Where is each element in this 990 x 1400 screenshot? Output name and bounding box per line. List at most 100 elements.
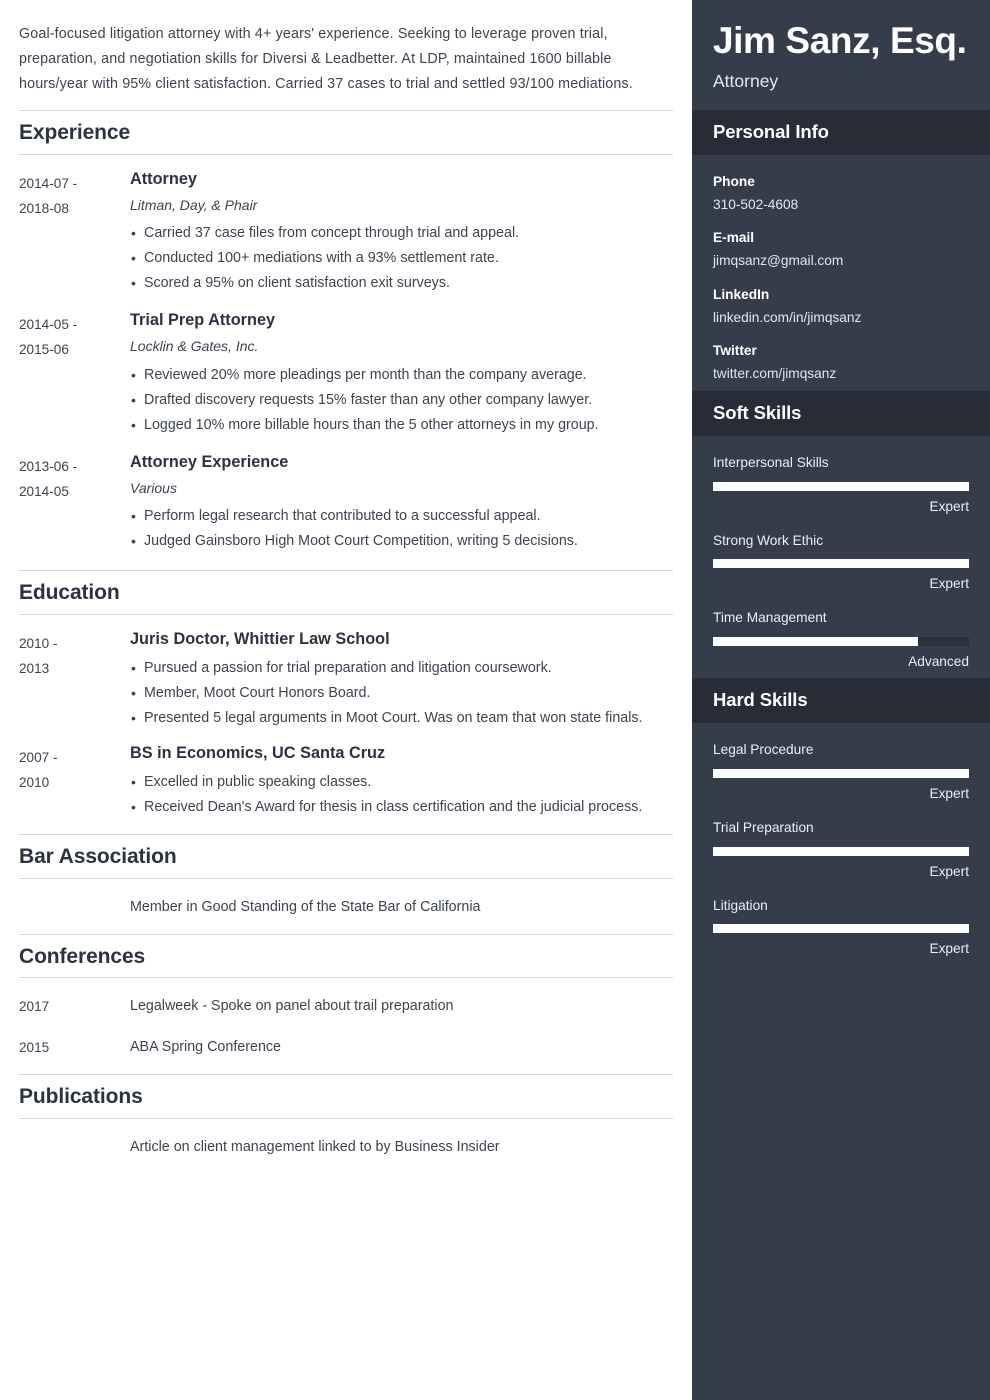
skill-level-label: Expert — [929, 941, 969, 957]
skill-item: Strong Work Ethic Expert — [713, 531, 969, 595]
skill-level-label: Expert — [929, 863, 969, 879]
bullet-item: Judged Gainsboro High Moot Court Competi… — [130, 529, 673, 554]
sidebar-header: Jim Sanz, Esq. Attorney — [692, 0, 990, 110]
section-title-experience: Experience — [19, 110, 673, 155]
candidate-name: Jim Sanz, Esq. — [713, 20, 967, 61]
entry-date-start: 2007 - — [19, 750, 58, 766]
entry-organization: Locklin & Gates, Inc. — [130, 338, 259, 355]
entry-body: Attorney Litman, Day, & Phair Carried 37… — [130, 169, 673, 297]
entry-title: Attorney — [130, 169, 197, 188]
experience-entry: 2014-07 - 2018-08 Attorney Litman, Day, … — [19, 155, 673, 297]
section-education: Education 2010 - 2013 Juris Doctor, Whit… — [19, 570, 673, 820]
skill-name: Legal Procedure — [713, 742, 814, 758]
bullet-item: Logged 10% more billable hours than the … — [130, 413, 673, 438]
entry-organization: Litman, Day, & Phair — [130, 196, 258, 213]
entry-date: 2014-07 - 2018-08 — [19, 169, 130, 221]
contact-item-email: E-mail jimqsanz@gmail.com — [713, 228, 969, 271]
resume-sidebar: Jim Sanz, Esq. Attorney Personal Info Ph… — [692, 0, 990, 1400]
skill-name: Interpersonal Skills — [713, 454, 829, 470]
contact-value[interactable]: linkedin.com/in/jimqsanz — [713, 308, 969, 329]
entry-date: 2013-06 - 2014-05 — [19, 452, 130, 504]
entry-title: Juris Doctor, Whittier Law School — [130, 629, 390, 648]
entry-title: BS in Economics, UC Santa Cruz — [130, 744, 386, 763]
bullet-item: Perform legal research that contributed … — [130, 504, 673, 529]
entry-date: 2014-05 - 2015-06 — [19, 310, 130, 362]
section-experience: Experience 2014-07 - 2018-08 Attorney Li… — [19, 110, 673, 554]
section-publications: Publications Article on client managemen… — [19, 1074, 673, 1160]
contact-value[interactable]: 310-502-4608 — [713, 195, 969, 216]
skill-item: Time Management Advanced — [713, 608, 969, 672]
section-title-bar-association: Bar Association — [19, 834, 673, 879]
bar-association-row: Member in Good Standing of the State Bar… — [19, 879, 673, 920]
hard-skills-list: Legal Procedure Expert Trial Preparation… — [692, 723, 990, 965]
entry-body: Attorney Experience Various Perform lega… — [130, 452, 673, 555]
skill-bar-fill — [713, 559, 969, 569]
entry-date-start: 2013-06 - — [19, 458, 78, 474]
bullet-item: Scored a 95% on client satisfaction exit… — [130, 271, 673, 296]
skill-bar-fill — [713, 846, 969, 856]
section-conferences: Conferences 2017 Legalweek - Spoke on pa… — [19, 933, 673, 1061]
publication-row: Article on client management linked to b… — [19, 1119, 673, 1160]
skill-level-label: Advanced — [908, 654, 969, 670]
skill-name: Time Management — [713, 610, 827, 626]
sidebar-section-title-personal-info: Personal Info — [692, 109, 990, 155]
education-entries: 2010 - 2013 Juris Doctor, Whittier Law S… — [19, 615, 673, 821]
entry-bullets: Carried 37 case files from concept throu… — [130, 221, 673, 296]
skill-bar-fill — [713, 769, 969, 778]
skill-item: Trial Preparation Expert — [713, 818, 969, 882]
entry-bullets: Reviewed 20% more pleadings per month th… — [130, 363, 673, 438]
bullet-item: Reviewed 20% more pleadings per month th… — [130, 363, 673, 388]
skill-item: Legal Procedure Expert — [713, 740, 969, 804]
experience-entry: 2014-05 - 2015-06 Trial Prep Attorney Lo… — [19, 296, 673, 438]
contact-label: Twitter — [713, 343, 757, 359]
contact-item-linkedin: LinkedIn linkedin.com/in/jimqsanz — [713, 285, 969, 328]
skill-bar-fill — [713, 924, 969, 934]
entry-date-end: 2018-08 — [19, 200, 69, 216]
bullet-item: Carried 37 case files from concept throu… — [130, 221, 673, 246]
row-text: Article on client management linked to b… — [130, 1138, 500, 1155]
skill-level-label: Expert — [929, 498, 969, 514]
skill-bar-track — [713, 559, 969, 569]
conference-row: 2015 ABA Spring Conference — [19, 1019, 673, 1060]
bullet-item: Pursued a passion for trial preparation … — [130, 656, 673, 681]
bullet-item: Conducted 100+ mediations with a 93% set… — [130, 246, 673, 271]
skill-bar-track — [713, 769, 969, 778]
row-date: 2015 — [19, 1040, 50, 1056]
bullet-item: Drafted discovery requests 15% faster th… — [130, 388, 673, 413]
row-text: Legalweek - Spoke on panel about trail p… — [130, 998, 454, 1015]
sidebar-section-title-hard-skills: Hard Skills — [692, 677, 990, 724]
contact-value[interactable]: twitter.com/jimqsanz — [713, 364, 969, 385]
section-title-conferences: Conferences — [19, 933, 673, 979]
entry-date: 2007 - 2010 — [19, 743, 130, 795]
entry-title: Attorney Experience — [130, 452, 289, 471]
skill-bar-track — [713, 637, 969, 647]
bullet-item: Received Dean's Award for thesis in clas… — [130, 795, 673, 820]
bullet-item: Member, Moot Court Honors Board. — [130, 681, 673, 706]
conference-row: 2017 Legalweek - Spoke on panel about tr… — [19, 978, 673, 1019]
entry-date-start: 2010 - — [19, 635, 58, 651]
entry-date: 2010 - 2013 — [19, 629, 130, 681]
skill-name: Litigation — [713, 897, 768, 913]
skill-bar-track — [713, 924, 969, 934]
experience-entry: 2013-06 - 2014-05 Attorney Experience Va… — [19, 438, 673, 555]
contact-label: LinkedIn — [713, 286, 770, 302]
contact-value[interactable]: jimqsanz@gmail.com — [713, 251, 969, 272]
row-date: 2017 — [19, 999, 50, 1015]
education-entry: 2007 - 2010 BS in Economics, UC Santa Cr… — [19, 731, 673, 820]
personal-info-list: Phone 310-502-4608 E-mail jimqsanz@gmail… — [692, 155, 990, 391]
entry-organization: Various — [130, 479, 177, 496]
entry-date-start: 2014-05 - — [19, 317, 78, 333]
entry-date-end: 2014-05 — [19, 483, 69, 499]
contact-label: E-mail — [713, 230, 755, 246]
row-text: ABA Spring Conference — [130, 1039, 282, 1056]
skill-item: Litigation Expert — [713, 896, 969, 960]
section-title-publications: Publications — [19, 1074, 673, 1119]
skill-name: Strong Work Ethic — [713, 532, 824, 548]
entry-body: BS in Economics, UC Santa Cruz Excelled … — [130, 743, 673, 820]
resume-main-column: Goal-focused litigation attorney with 4+… — [0, 0, 692, 1400]
entry-bullets: Pursued a passion for trial preparation … — [130, 656, 673, 731]
